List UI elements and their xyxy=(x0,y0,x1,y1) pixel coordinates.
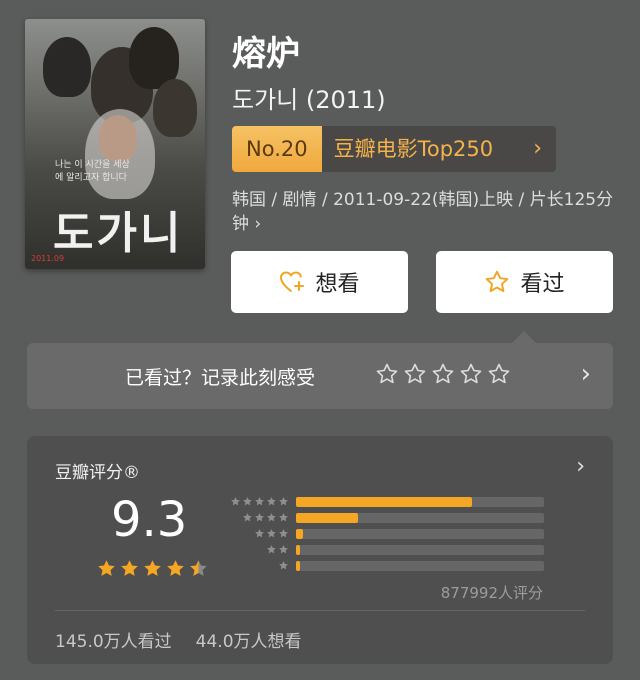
watch-stats: 145.0万人看过 44.0万人想看 xyxy=(55,627,302,652)
poster-tagline: 나는 이 시간을 세상에 알리고자 합니다 xyxy=(55,160,130,183)
poster-date: 2011.09 xyxy=(31,254,65,263)
watched-count: 145.0万人看过 xyxy=(55,632,172,652)
rating-count: 877992人评分 xyxy=(440,584,543,602)
rating-score: 9.3 xyxy=(111,492,188,548)
star-outline-icon[interactable] xyxy=(403,362,427,386)
star-outline-icon[interactable] xyxy=(487,362,511,386)
rating-stars xyxy=(96,558,209,579)
distribution-bar xyxy=(296,545,544,555)
row-stars xyxy=(242,512,289,523)
distribution-row xyxy=(224,496,624,510)
star-icon xyxy=(243,513,252,522)
distribution-bar xyxy=(296,529,544,539)
distribution-bar-fill xyxy=(296,561,300,571)
distribution-bar-fill xyxy=(296,513,358,523)
rating-header: 豆瓣评分® xyxy=(55,463,140,483)
chevron-right-icon: › xyxy=(580,359,591,389)
star-icon xyxy=(121,560,138,576)
chevron-right-icon: › xyxy=(533,136,542,161)
want-to-watch-button[interactable]: 想看 xyxy=(231,251,408,313)
star-icon xyxy=(255,529,264,538)
star-icon xyxy=(231,497,240,506)
rank-list-name: 豆瓣电影Top250 xyxy=(333,137,494,161)
star-icon xyxy=(255,497,264,506)
star-icon xyxy=(279,497,288,506)
douban-rating-card[interactable]: 豆瓣评分® › 9.3 877992人评分 145.0万人看过 44.0万人想看 xyxy=(27,436,613,664)
star-icon xyxy=(267,497,276,506)
watched-label: 看过 xyxy=(520,272,565,297)
star-icon xyxy=(279,529,288,538)
rate-prompt-text: 已看过？记录此刻感受 xyxy=(125,367,316,389)
chevron-right-icon: › xyxy=(576,454,585,479)
top250-rank-banner[interactable]: No.20 豆瓣电影Top250 › xyxy=(232,126,556,172)
star-icon xyxy=(144,560,161,576)
want-to-watch-label: 想看 xyxy=(315,272,360,297)
distribution-row xyxy=(224,512,624,526)
row-stars xyxy=(266,544,289,555)
distribution-bar xyxy=(296,497,544,507)
star-icon xyxy=(243,497,252,506)
rate-prompt-bar[interactable]: 已看过？记录此刻感受 › xyxy=(27,331,613,409)
star-icon xyxy=(267,513,276,522)
wishlist-count: 44.0万人想看 xyxy=(195,632,302,652)
distribution-bar xyxy=(296,561,544,571)
star-icon xyxy=(279,545,288,554)
movie-poster[interactable]: 나는 이 시간을 세상에 알리고자 합니다 도가니 2011.09 xyxy=(25,19,205,269)
row-stars xyxy=(230,496,289,507)
movie-title: 熔炉 xyxy=(232,34,300,74)
distribution-bar-fill xyxy=(296,545,300,555)
original-title: 도가니 (2011) xyxy=(232,86,386,114)
heart-plus-icon xyxy=(280,271,305,292)
row-stars xyxy=(254,528,289,539)
star-icon xyxy=(190,560,207,576)
distribution-row xyxy=(224,560,624,574)
row-stars xyxy=(278,560,289,571)
distribution-bar-fill xyxy=(296,529,304,539)
poster-title: 도가니 xyxy=(53,208,184,259)
distribution-bar-fill xyxy=(296,497,473,507)
star-icon xyxy=(167,560,184,576)
distribution-row xyxy=(224,544,624,558)
distribution-bar xyxy=(296,513,544,523)
distribution-row xyxy=(224,528,624,542)
watched-button[interactable]: 看过 xyxy=(436,251,613,313)
star-icon xyxy=(279,561,288,570)
star-outline-icon[interactable] xyxy=(459,362,483,386)
star-icon xyxy=(279,513,288,522)
star-icon xyxy=(98,560,115,576)
star-icon xyxy=(267,529,276,538)
movie-meta[interactable]: 韩国 / 剧情 / 2011-09-22(韩国)上映 / 片长125分钟 › xyxy=(232,188,622,236)
rank-number: No.20 xyxy=(232,126,322,172)
star-icon xyxy=(255,513,264,522)
divider xyxy=(55,610,585,611)
rating-stars-input[interactable] xyxy=(375,362,511,386)
star-icon xyxy=(267,545,276,554)
star-outline-icon xyxy=(486,270,509,293)
star-outline-icon[interactable] xyxy=(375,362,399,386)
star-outline-icon[interactable] xyxy=(431,362,455,386)
